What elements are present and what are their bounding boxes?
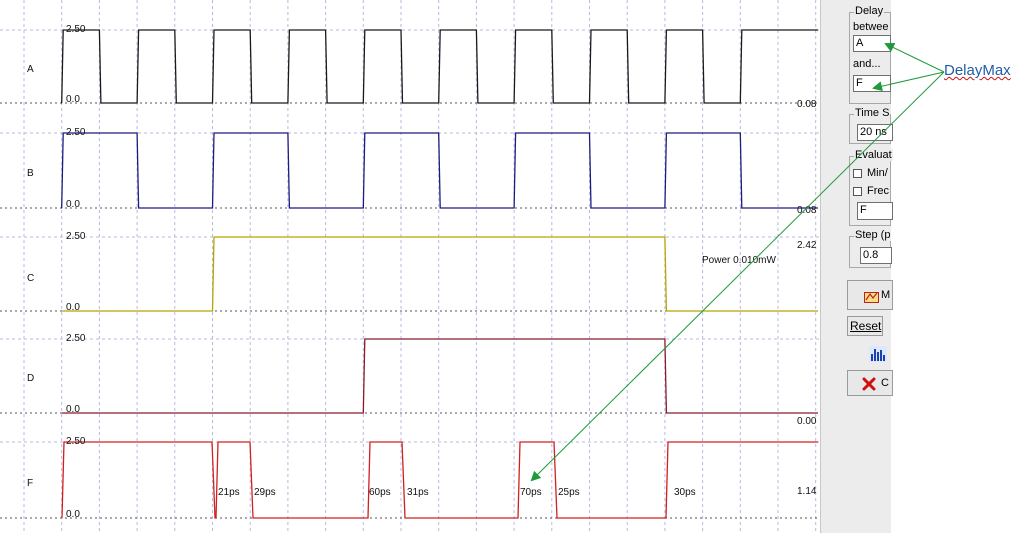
arrow-to-between-field [884,42,945,73]
and-signal-field[interactable]: F [853,75,891,92]
delay-label: 31ps [407,487,429,498]
delay-label: 21ps [218,487,240,498]
and-label: and... [853,58,881,70]
histogram-icon [869,346,887,362]
waveform-chart: A 2.50 0.0 0.08 B 2.50 0.0 0.08 C 2.50 0.0 2.42 D 2.5… [0,0,820,533]
evaluate-group: Evaluat Min/ Frec F [849,149,893,226]
freq-label: Frec [867,185,889,197]
delaymax-callout: DelayMax [944,62,1011,79]
close-x-icon [862,377,876,391]
measure-label: M [881,289,891,301]
trace-d [62,338,818,414]
between-signal-field[interactable]: A [853,35,891,52]
delay-label: 60ps [369,487,391,498]
low-level-label: 0.0 [66,302,80,313]
delay-label: 30ps [674,487,696,498]
time-scale-group: Time S 20 ns [849,107,893,144]
minmax-label: Min/ [867,167,888,179]
measure-icon [864,292,879,303]
freq-checkbox[interactable] [853,187,862,196]
histogram-button[interactable] [867,344,889,364]
close-button[interactable]: C [847,370,893,396]
step-title: Step (p [854,229,892,241]
channel-label: C [27,273,34,284]
channel-label: F [27,478,33,489]
delay-group-title: Delay [854,5,885,17]
evaluate-title: Evaluat [854,149,893,161]
measure-value: 1.14 [797,486,817,497]
trace-c [62,236,818,312]
step-field[interactable]: 0.8 [860,247,892,264]
low-level-label: 0.0 [66,94,80,105]
low-level-label: 0.0 [66,199,80,210]
control-panel: Delay betwee A and... F Time S 20 ns Eva… [820,0,893,533]
high-level-label: 2.50 [66,436,86,447]
time-scale-title: Time S [854,107,891,119]
high-level-label: 2.50 [66,127,86,138]
minmax-checkbox[interactable] [853,169,862,178]
low-level-label: 0.0 [66,509,80,520]
close-label: C [881,377,889,389]
reset-label: Reset [850,319,882,333]
measure-button[interactable]: M [847,280,893,310]
delay-group: Delay betwee A and... F [849,5,891,104]
time-scale-field[interactable]: 20 ns [857,124,893,141]
delay-label: 29ps [254,487,276,498]
channel-label: A [27,64,34,75]
waveform-labels: A 2.50 0.0 0.08 B 2.50 0.0 0.08 C 2.50 0.0 2.42 D 2.5… [27,24,817,520]
reset-button[interactable]: Reset [847,316,883,336]
delay-label: 25ps [558,487,580,498]
low-level-label: 0.0 [66,404,80,415]
measure-value: 0.08 [797,99,817,110]
between-label: betwee [853,21,889,33]
measure-value: 2.42 [797,240,817,251]
channel-label: D [27,373,34,384]
power-label: Power 0.010mW [702,255,776,266]
grid [0,0,820,533]
high-level-label: 2.50 [66,24,86,35]
high-level-label: 2.50 [66,333,86,344]
evaluate-field[interactable]: F [857,202,893,220]
channel-label: B [27,168,34,179]
high-level-label: 2.50 [66,231,86,242]
trace-f [61,441,818,519]
measure-value: 0.08 [797,205,817,216]
measure-value: 0.00 [797,416,817,427]
delay-label: 70ps [520,487,542,498]
step-group: Step (p 0.8 [849,229,892,268]
